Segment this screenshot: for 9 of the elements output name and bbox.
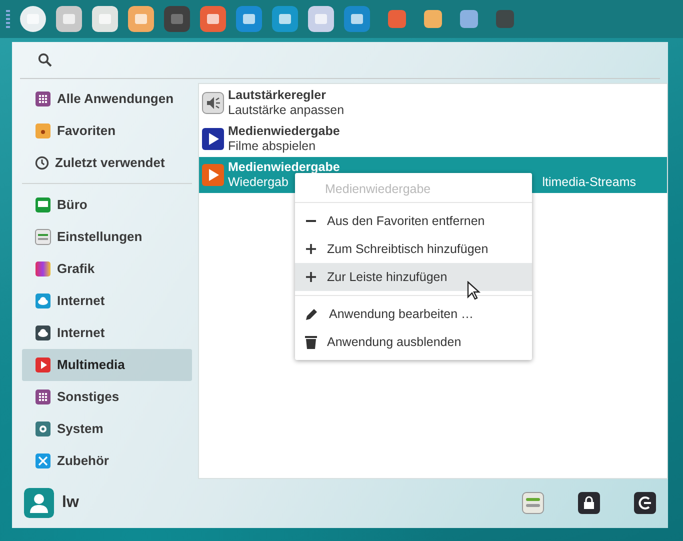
- app-title: Medienwiedergabe: [228, 124, 341, 139]
- menu-header: Medienwiedergabe: [295, 177, 532, 203]
- app-title: Lautstärkeregler: [228, 88, 327, 103]
- app-description: Filme abspielen: [228, 138, 316, 154]
- app-description: ltimedia-Streams: [542, 174, 636, 190]
- user-name: lw: [62, 494, 80, 512]
- app-description: Wiedergab: [228, 174, 288, 190]
- app-description: Lautstärke anpassen: [228, 102, 344, 118]
- app-title: Medienwiedergabe: [228, 160, 341, 175]
